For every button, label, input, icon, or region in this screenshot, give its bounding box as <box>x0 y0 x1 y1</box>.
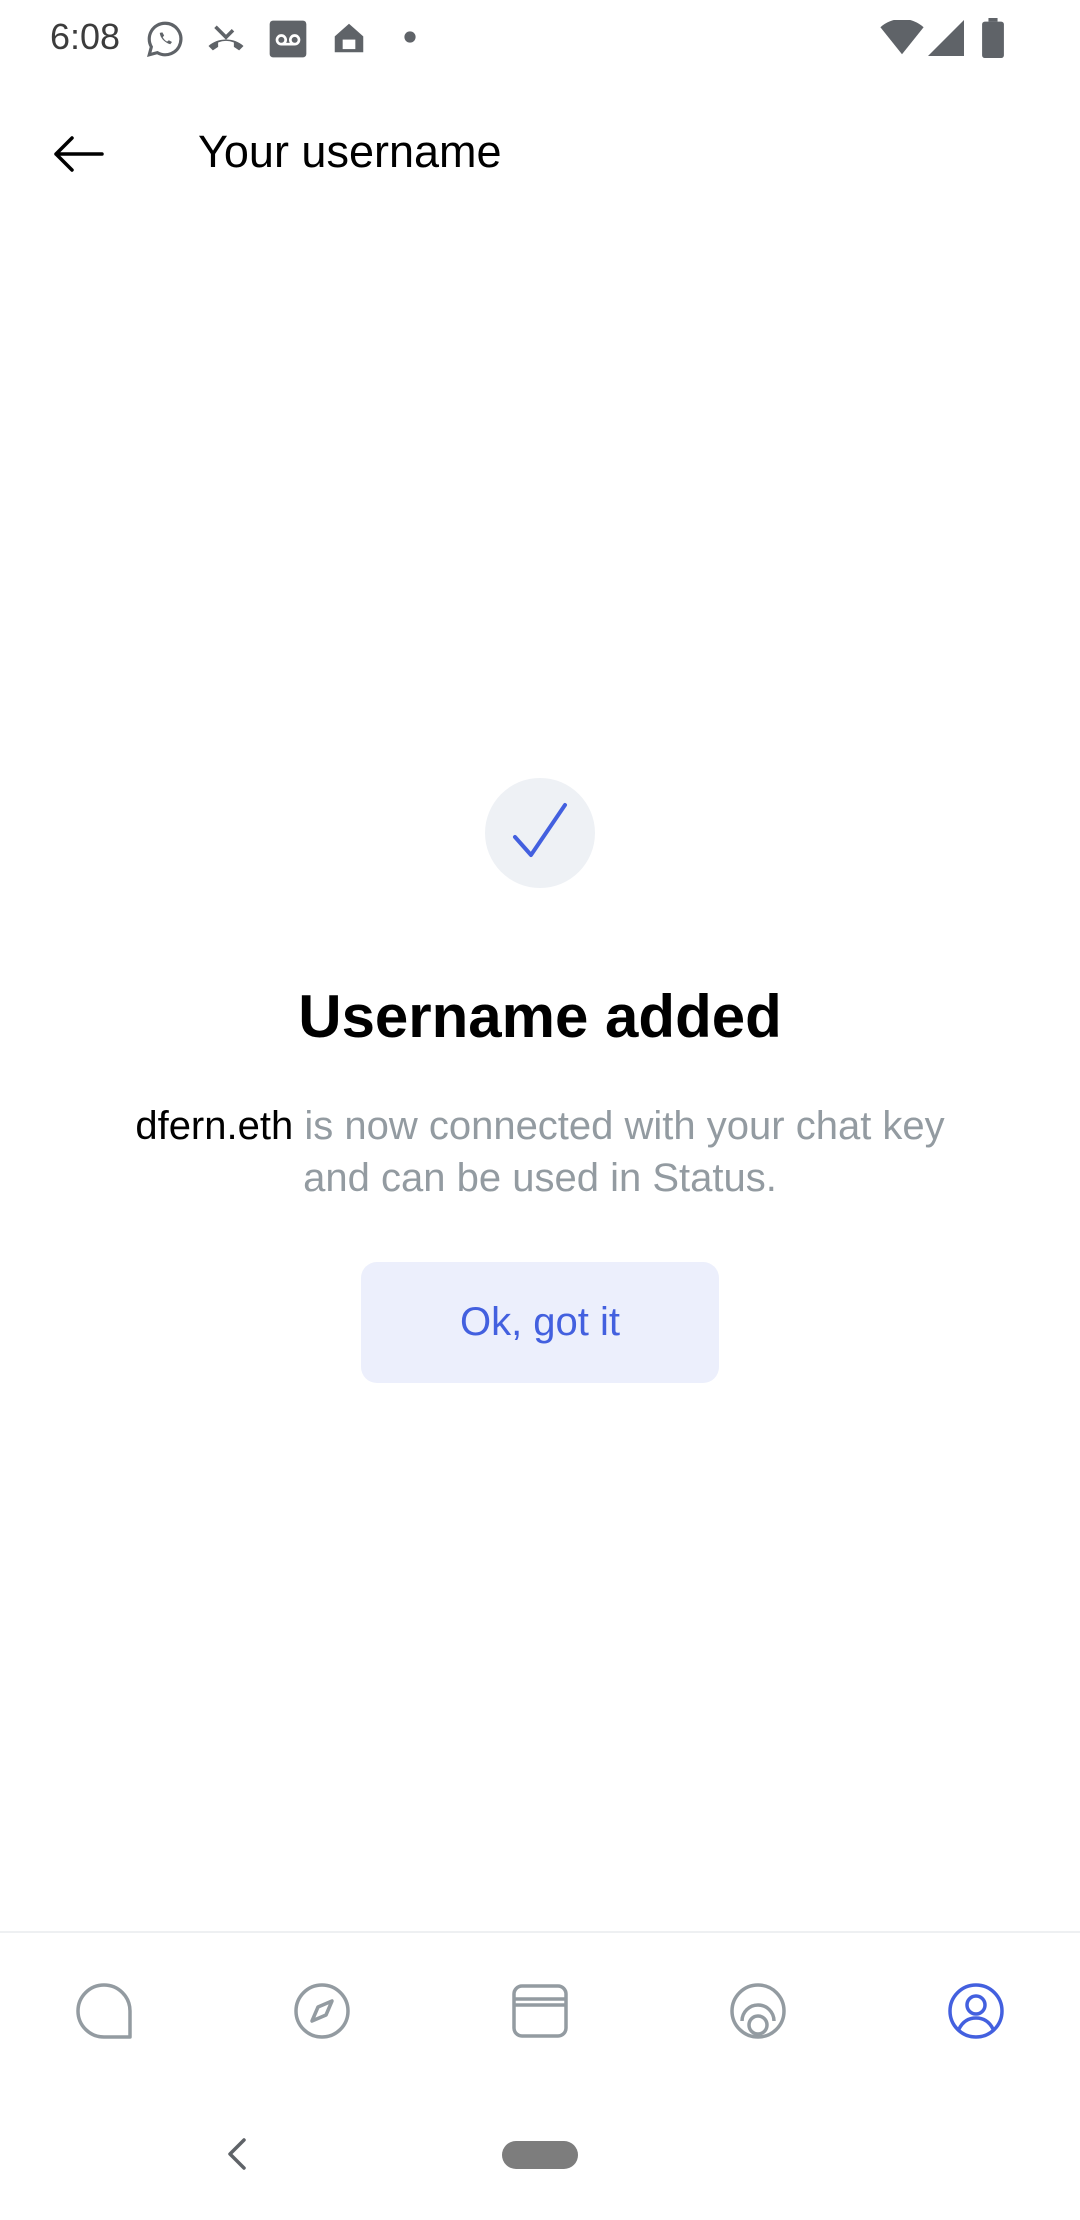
system-nav-bar <box>0 2091 1080 2220</box>
wallet-icon <box>510 1981 570 2046</box>
success-description: dfern.eth is now connected with your cha… <box>100 1100 980 1204</box>
success-icon-circle <box>485 778 595 888</box>
battery-icon <box>982 18 1004 58</box>
back-button[interactable] <box>40 122 116 190</box>
success-title: Username added <box>298 983 782 1050</box>
header: Your username <box>0 100 1080 212</box>
voicemail-icon <box>268 18 308 60</box>
tab-wallet[interactable] <box>500 1973 580 2053</box>
whatsapp-icon <box>144 18 186 60</box>
missed-call-icon <box>204 18 248 60</box>
home-icon <box>330 18 368 58</box>
profile-icon <box>946 1981 1006 2046</box>
ok-got-it-button[interactable]: Ok, got it <box>361 1262 719 1383</box>
chevron-left-icon <box>226 2137 248 2176</box>
nav-home-pill[interactable] <box>502 2141 578 2169</box>
username-text: dfern.eth <box>135 1104 294 1148</box>
checkmark-icon <box>510 801 570 866</box>
status-bar: 6:08 <box>0 0 1080 76</box>
bottom-tab-bar <box>0 1931 1080 2091</box>
tab-browser[interactable] <box>282 1973 362 2053</box>
dot-icon <box>403 30 417 44</box>
chat-bubble-icon <box>74 1981 134 2046</box>
page-title: Your username <box>198 126 502 177</box>
status-time: 6:08 <box>50 16 121 57</box>
description-text: is now connected with your chat key and … <box>293 1104 945 1200</box>
cell-signal-icon <box>928 20 964 56</box>
tab-chat[interactable] <box>64 1973 144 2053</box>
tab-profile[interactable] <box>936 1973 1016 2053</box>
screen: 6:08 Your username Username added dfern.… <box>0 0 1080 2220</box>
arrow-left-icon <box>52 135 104 177</box>
tab-status[interactable] <box>718 1973 798 2053</box>
compass-icon <box>292 1981 352 2046</box>
wifi-icon <box>880 20 924 56</box>
status-icon <box>728 1981 788 2046</box>
nav-back-button[interactable] <box>212 2131 262 2181</box>
